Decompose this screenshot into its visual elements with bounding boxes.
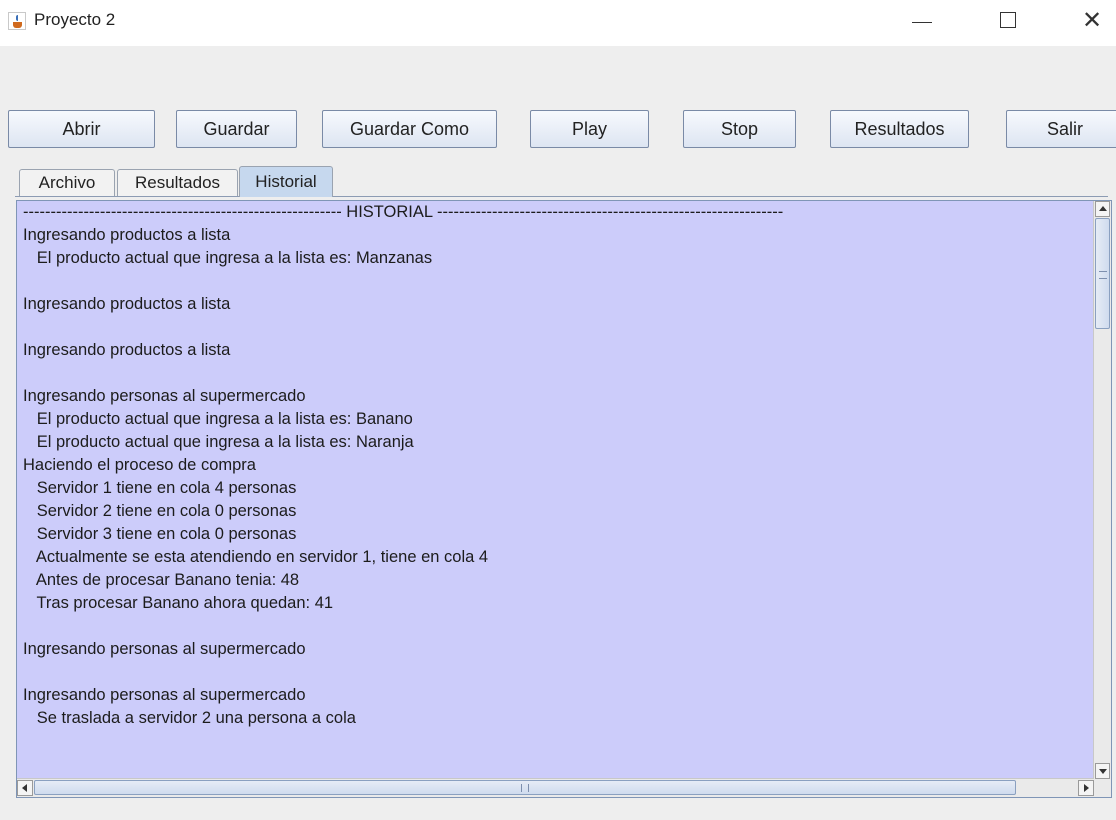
scroll-right-arrow-icon[interactable] [1078, 780, 1094, 796]
vertical-scroll-thumb[interactable] [1095, 218, 1110, 329]
log-line: Ingresando personas al supermercado [23, 686, 306, 704]
horizontal-scrollbar[interactable] [17, 778, 1094, 797]
tab-historial[interactable]: Historial [239, 166, 333, 197]
horizontal-scroll-thumb[interactable] [34, 780, 1016, 795]
play-button[interactable]: Play [530, 110, 649, 148]
close-icon: ✕ [1082, 6, 1103, 34]
minimize-icon [912, 22, 932, 23]
historial-text-area[interactable]: ----------------------------------------… [16, 200, 1112, 798]
log-line: Ingresando productos a lista [23, 341, 231, 359]
minimize-button[interactable] [898, 0, 944, 44]
scroll-down-arrow-icon[interactable] [1095, 763, 1110, 779]
tab-resultados[interactable]: Resultados [117, 169, 238, 196]
tab-archivo[interactable]: Archivo [19, 169, 115, 196]
scroll-left-arrow-icon[interactable] [17, 780, 33, 796]
log-line: Ingresando personas al supermercado [23, 640, 306, 658]
java-app-icon [8, 12, 26, 30]
resultados-button[interactable]: Resultados [830, 110, 969, 148]
log-line: ----------------------------------------… [23, 203, 784, 221]
log-line: Ingresando personas al supermercado [23, 387, 306, 405]
maximize-icon [1000, 12, 1016, 28]
log-line: El producto actual que ingresa a la list… [23, 433, 414, 451]
guardar-como-button[interactable]: Guardar Como [322, 110, 497, 148]
log-line: Tras procesar Banano ahora quedan: 41 [23, 594, 334, 612]
window-title: Proyecto 2 [34, 10, 116, 29]
log-line: Ingresando productos a lista [23, 226, 231, 244]
stop-button[interactable]: Stop [683, 110, 796, 148]
log-line: Se traslada a servidor 2 una persona a c… [23, 709, 356, 727]
log-line: El producto actual que ingresa a la list… [23, 249, 433, 267]
scroll-up-arrow-icon[interactable] [1095, 201, 1110, 217]
abrir-button[interactable]: Abrir [8, 110, 155, 148]
log-line: Servidor 3 tiene en cola 0 personas [23, 525, 297, 543]
log-line: Antes de procesar Banano tenia: 48 [23, 571, 300, 589]
log-line: Servidor 1 tiene en cola 4 personas [23, 479, 297, 497]
close-button[interactable]: ✕ [1070, 0, 1116, 44]
log-line: Actualmente se esta atendiendo en servid… [23, 548, 489, 566]
salir-button[interactable]: Salir [1006, 110, 1116, 148]
tab-divider [15, 196, 1108, 197]
guardar-button[interactable]: Guardar [176, 110, 297, 148]
maximize-button[interactable] [988, 0, 1034, 44]
vertical-scrollbar[interactable] [1093, 201, 1111, 779]
log-line: El producto actual que ingresa a la list… [23, 410, 413, 428]
log-line: Servidor 2 tiene en cola 0 personas [23, 502, 297, 520]
scrollbar-corner [1094, 779, 1111, 797]
log-line: Haciendo el proceso de compra [23, 456, 256, 474]
historial-log[interactable]: ----------------------------------------… [23, 201, 1088, 779]
log-line: Ingresando productos a lista [23, 295, 231, 313]
title-bar: Proyecto 2 ✕ [0, 0, 1116, 46]
